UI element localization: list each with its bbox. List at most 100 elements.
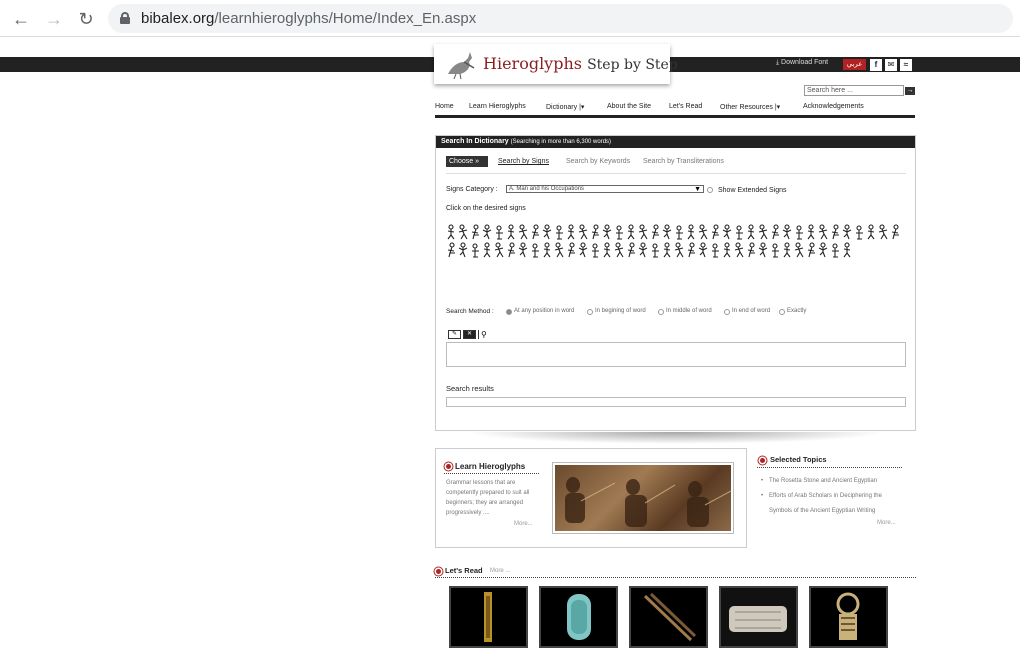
hieroglyph-sign-icon[interactable] [542,242,553,258]
menu-dictionary[interactable]: Dictionary |▾ [546,103,584,111]
rss-icon[interactable]: ≈ [900,59,912,71]
hieroglyph-sign-icon[interactable] [542,224,553,240]
hieroglyph-sign-icon[interactable] [686,242,697,258]
hieroglyph-sign-icon[interactable] [854,224,865,240]
hieroglyph-sign-icon[interactable] [482,242,493,258]
hieroglyph-sign-icon[interactable] [794,224,805,240]
hieroglyph-sign-icon[interactable] [794,242,805,258]
hieroglyph-sign-icon[interactable] [446,224,457,240]
hieroglyph-sign-icon[interactable] [602,242,613,258]
hieroglyph-sign-icon[interactable] [698,224,709,240]
hieroglyph-sign-icon[interactable] [866,224,877,240]
topic-item[interactable]: • Efforts of Arab Scholars in Deciphering… [761,493,882,499]
menu-other-resources[interactable]: Other Resources |▾ [720,103,780,111]
hieroglyph-sign-icon[interactable] [734,224,745,240]
egyptian-relief-image[interactable] [552,462,734,534]
hieroglyph-sign-icon[interactable] [662,224,673,240]
arabic-language-button[interactable]: عربي [843,59,866,70]
hieroglyph-sign-icon[interactable] [890,224,901,240]
hieroglyph-sign-icon[interactable] [746,224,757,240]
hieroglyph-sign-icon[interactable] [530,242,541,258]
artifact-thumbnail[interactable] [719,586,798,648]
hieroglyph-sign-icon[interactable] [458,242,469,258]
hieroglyph-sign-icon[interactable] [458,224,469,240]
hieroglyph-sign-icon[interactable] [506,242,517,258]
hieroglyph-sign-icon[interactable] [818,242,829,258]
hieroglyph-sign-icon[interactable] [590,242,601,258]
hieroglyph-sign-icon[interactable] [722,242,733,258]
hieroglyph-sign-icon[interactable] [518,224,529,240]
address-bar[interactable]: bibalex.org/learnhieroglyphs/Home/Index_… [108,4,1013,33]
method-radio-exactly[interactable] [779,309,785,315]
hieroglyph-sign-icon[interactable] [830,242,841,258]
hieroglyph-sign-icon[interactable] [674,242,685,258]
hieroglyph-sign-icon[interactable] [710,224,721,240]
method-radio-end[interactable] [724,309,730,315]
lets-read-more-link[interactable]: More ... [490,568,510,574]
site-search-input[interactable]: Search here ... [804,85,904,96]
hieroglyph-sign-icon[interactable] [782,242,793,258]
tab-search-by-transliterations[interactable]: Search by Transliterations [643,158,724,165]
hieroglyph-sign-icon[interactable] [638,242,649,258]
hieroglyph-sign-icon[interactable] [770,242,781,258]
hieroglyph-sign-icon[interactable] [446,242,457,258]
hieroglyph-sign-icon[interactable] [818,224,829,240]
hieroglyph-sign-icon[interactable] [506,224,517,240]
tab-search-by-signs[interactable]: Search by Signs [498,158,549,165]
hieroglyph-sign-icon[interactable] [722,224,733,240]
menu-home[interactable]: Home [435,103,454,110]
hieroglyph-sign-icon[interactable] [806,242,817,258]
hieroglyph-sign-icon[interactable] [626,242,637,258]
hieroglyph-sign-icon[interactable] [614,242,625,258]
hieroglyph-sign-icon[interactable] [482,224,493,240]
show-extended-checkbox[interactable] [707,187,713,193]
hieroglyph-sign-icon[interactable] [650,242,661,258]
hieroglyph-sign-icon[interactable] [470,224,481,240]
learn-more-link[interactable]: More... [514,521,533,527]
hieroglyph-sign-icon[interactable] [674,224,685,240]
topics-more-link[interactable]: More... [877,520,896,526]
menu-learn-hieroglyphs[interactable]: Learn Hieroglyphs [469,103,526,110]
download-font-link[interactable]: ⤓ Download Font [776,59,828,67]
hieroglyph-sign-icon[interactable] [878,224,889,240]
hieroglyph-sign-icon[interactable] [734,242,745,258]
artifact-thumbnail[interactable] [629,586,708,648]
hieroglyph-sign-icon[interactable] [494,242,505,258]
method-radio-any[interactable] [506,309,512,315]
hieroglyph-sign-icon[interactable] [578,224,589,240]
back-icon[interactable]: ← [10,8,32,30]
hieroglyph-sign-icon[interactable] [554,242,565,258]
hieroglyph-sign-icon[interactable] [842,242,853,258]
method-radio-middle[interactable] [658,309,664,315]
hieroglyph-sign-icon[interactable] [770,224,781,240]
hieroglyph-sign-icon[interactable] [758,224,769,240]
forward-icon[interactable]: → [43,8,65,30]
site-logo[interactable]: Hieroglyphs Step by Step [434,44,678,84]
hieroglyph-sign-icon[interactable] [782,224,793,240]
hieroglyph-sign-icon[interactable] [686,224,697,240]
hieroglyph-sign-icon[interactable] [806,224,817,240]
eraser-icon[interactable]: ✎ [448,330,461,339]
hieroglyph-sign-icon[interactable] [710,242,721,258]
signs-input-area[interactable] [446,342,906,367]
hieroglyph-sign-icon[interactable] [602,224,613,240]
hieroglyph-sign-icon[interactable] [662,242,673,258]
menu-acknowledgements[interactable]: Acknowledgements [803,103,864,110]
hieroglyph-sign-icon[interactable] [530,224,541,240]
search-icon[interactable]: ⚲ [481,330,491,339]
hieroglyph-sign-icon[interactable] [638,224,649,240]
backspace-icon[interactable]: ✕ [463,330,476,339]
topic-item[interactable]: Symbols of the Ancient Egyptian Writing [769,508,875,514]
hieroglyph-sign-icon[interactable] [566,224,577,240]
email-icon[interactable]: ✉ [885,59,897,71]
hieroglyph-sign-icon[interactable] [842,224,853,240]
signs-category-select[interactable]: A. Man and his Occupations ▼ [506,185,704,193]
method-radio-begin[interactable] [587,309,593,315]
hieroglyph-sign-icon[interactable] [746,242,757,258]
hieroglyph-sign-icon[interactable] [554,224,565,240]
hieroglyph-sign-icon[interactable] [590,224,601,240]
learn-title[interactable]: Learn Hieroglyphs [455,462,525,471]
hieroglyph-sign-icon[interactable] [698,242,709,258]
hieroglyph-sign-icon[interactable] [758,242,769,258]
reload-icon[interactable]: ↻ [75,8,97,30]
